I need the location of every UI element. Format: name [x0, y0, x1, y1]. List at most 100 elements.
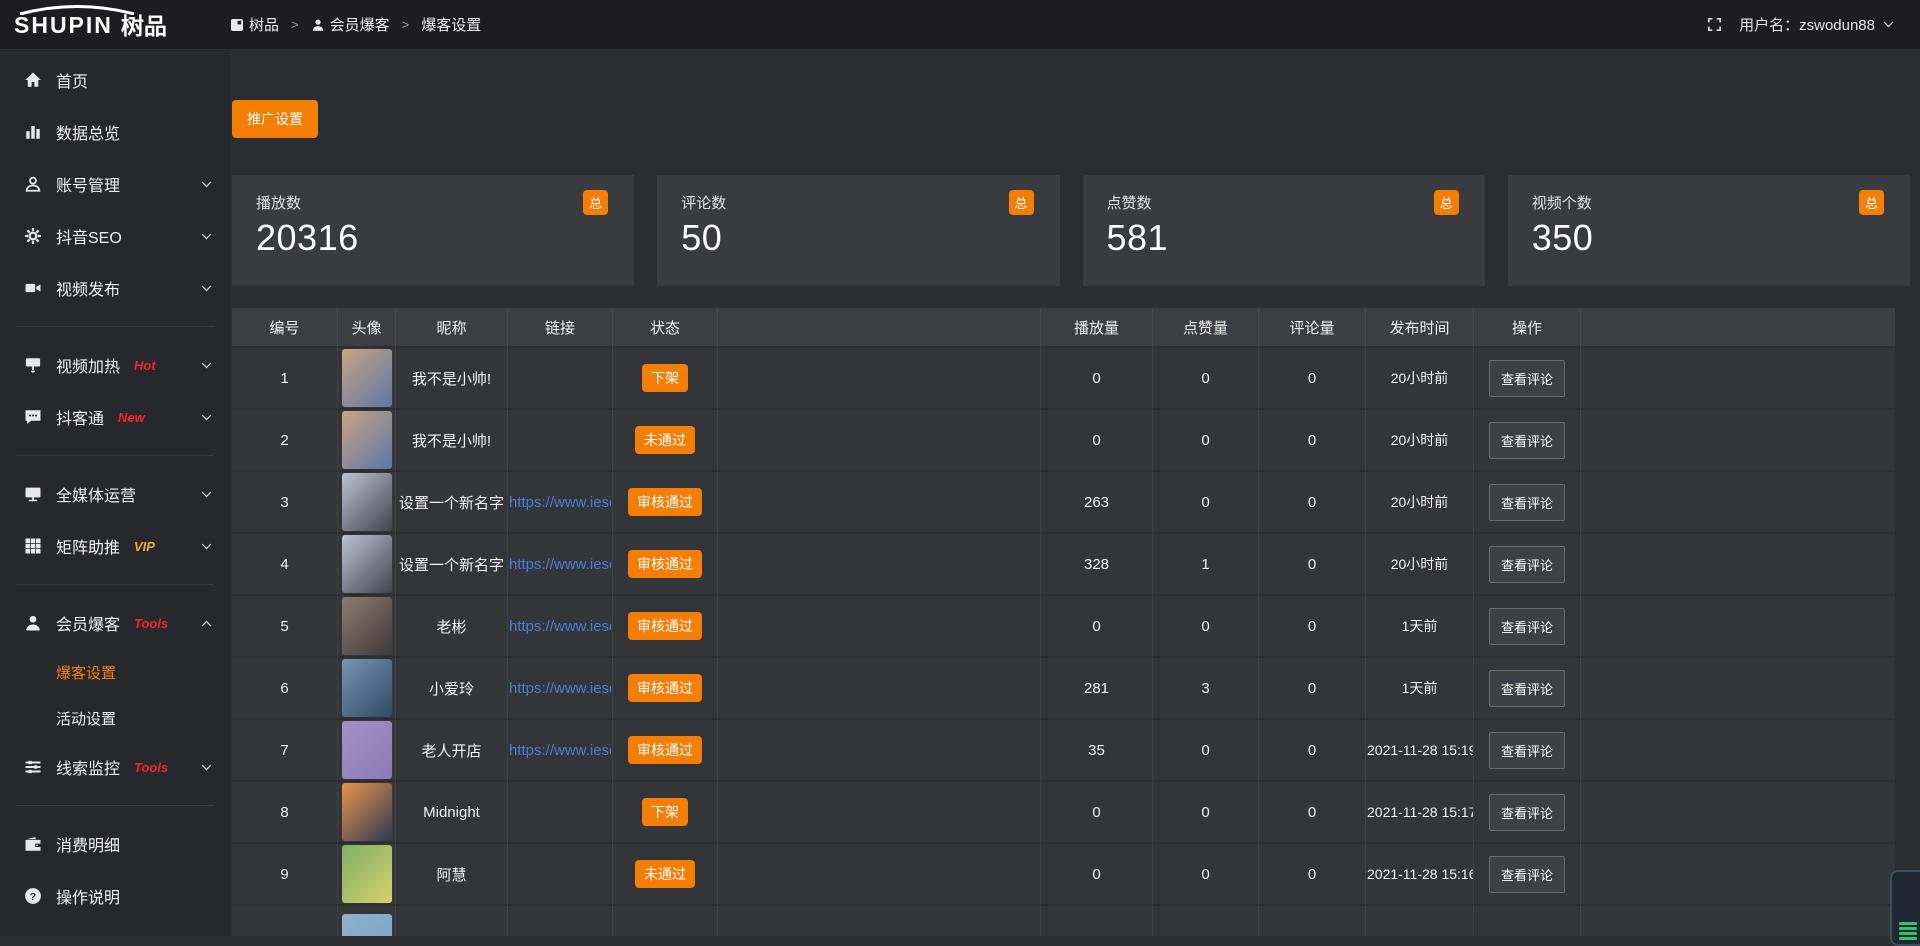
sidebar-item-video-heat[interactable]: 视频加热 Hot — [0, 339, 230, 391]
fullscreen-icon[interactable] — [1706, 16, 1723, 33]
chevron-down-icon — [202, 358, 212, 368]
row-number: 9 — [232, 844, 337, 906]
status-badge: 未通过 — [635, 860, 695, 888]
vip-tag: VIP — [134, 539, 155, 554]
link-cell: https://www.iesdouyin.c — [507, 534, 612, 596]
promo-settings-button[interactable]: 推广设置 — [232, 100, 318, 138]
view-comments-button[interactable]: 查看评论 — [1489, 732, 1565, 769]
sidebar-item-doketong[interactable]: 抖客通 New — [0, 391, 230, 443]
plays: 328 — [1040, 534, 1152, 596]
sidebar-item-label: 线索监控 — [56, 755, 120, 779]
header-nickname: 昵称 — [395, 308, 507, 348]
status-badge: 审核通过 — [628, 488, 702, 516]
breadcrumb-item-home[interactable]: 树品 — [230, 14, 279, 35]
stat-label: 视频个数 — [1532, 192, 1886, 213]
breadcrumb-item-current[interactable]: 爆客设置 — [421, 14, 481, 35]
view-comments-button[interactable]: 查看评论 — [1489, 360, 1565, 397]
breadcrumb-label: 树品 — [249, 14, 279, 35]
status-cell: 未通过 — [612, 410, 717, 472]
video-link[interactable]: https://www.iesdouyin.c — [509, 742, 611, 759]
publish-time — [1365, 906, 1473, 936]
gear-icon — [24, 227, 42, 245]
stat-label: 点赞数 — [1107, 192, 1461, 213]
video-link[interactable]: https://www.iesdouyin.c — [509, 680, 611, 697]
avatar-cell — [337, 720, 395, 782]
stat-label: 播放数 — [256, 192, 610, 213]
sidebar-item-matrix-boost[interactable]: 矩阵助推 VIP — [0, 520, 230, 572]
total-badge: 总 — [1434, 190, 1459, 215]
sidebar-subitem-baoke-settings[interactable]: 爆客设置 — [0, 649, 230, 695]
sidebar-item-member-baoke[interactable]: 会员爆客 Tools — [0, 597, 230, 649]
username-dropdown[interactable]: 用户名：zswodun88 — [1739, 14, 1894, 35]
sidebar-subitem-label: 爆客设置 — [56, 662, 116, 683]
sidebar-item-account[interactable]: 账号管理 — [0, 158, 230, 210]
sidebar-item-video-publish[interactable]: 视频发布 — [0, 262, 230, 314]
sidebar-item-home[interactable]: 首页 — [0, 54, 230, 106]
avatar-cell — [337, 472, 395, 534]
filler-cell — [1580, 720, 1895, 782]
member-icon — [24, 614, 42, 632]
sidebar-item-instructions[interactable]: ? 操作说明 — [0, 870, 230, 922]
link-cell — [507, 906, 612, 936]
svg-text:?: ? — [30, 891, 36, 903]
table-row: 6 小爱玲 https://www.iesdouyin.c 审核通过 281 3… — [232, 658, 1895, 720]
view-comments-button[interactable]: 查看评论 — [1489, 608, 1565, 645]
likes: 0 — [1152, 596, 1258, 658]
view-comments-button[interactable]: 查看评论 — [1489, 484, 1565, 521]
comments: 0 — [1258, 658, 1365, 720]
breadcrumb-separator: > — [291, 17, 299, 32]
comments: 0 — [1258, 348, 1365, 410]
dashboard-icon — [230, 18, 244, 32]
link-cell — [507, 348, 612, 410]
username-label: 用户名：zswodun88 — [1739, 14, 1875, 35]
filler-cell — [717, 906, 1040, 936]
table-row: 7 老人开店 https://www.iesdouyin.c 审核通过 35 0… — [232, 720, 1895, 782]
view-comments-button[interactable]: 查看评论 — [1489, 794, 1565, 831]
view-comments-button[interactable]: 查看评论 — [1489, 546, 1565, 583]
link-cell: https://www.iesdouyin.c — [507, 472, 612, 534]
table-row: 4 设置一个新名字 https://www.iesdouyin.c 审核通过 3… — [232, 534, 1895, 596]
status-cell: 下架 — [612, 782, 717, 844]
view-comments-button[interactable]: 查看评论 — [1489, 670, 1565, 707]
filler-cell — [717, 844, 1040, 906]
sidebar-item-douyin-seo[interactable]: 抖音SEO — [0, 210, 230, 262]
video-link[interactable]: https://www.iesdouyin.c — [509, 618, 611, 635]
likes — [1152, 906, 1258, 936]
status-cell: 审核通过 — [612, 596, 717, 658]
view-comments-button[interactable]: 查看评论 — [1489, 856, 1565, 893]
header-number: 编号 — [232, 308, 337, 348]
comments: 0 — [1258, 720, 1365, 782]
breadcrumb-item-member[interactable]: 会员爆客 — [311, 14, 390, 35]
nickname: 我不是小帅! — [395, 348, 507, 410]
plays: 0 — [1040, 596, 1152, 658]
sidebar-item-label: 全媒体运营 — [56, 482, 136, 506]
stats-row: 播放数 20316 总 评论数 50 总 点赞数 581 总 视频个数 350 … — [232, 175, 1910, 286]
sidebar-item-consumption-detail[interactable]: 消费明细 — [0, 818, 230, 870]
status-cell — [612, 906, 717, 936]
home-icon — [24, 71, 42, 89]
nickname: 阿慧 — [395, 844, 507, 906]
stat-card-comments: 评论数 50 总 — [657, 175, 1059, 286]
view-comments-button[interactable]: 查看评论 — [1489, 422, 1565, 459]
sidebar-item-omni-media[interactable]: 全媒体运营 — [0, 468, 230, 520]
table-header-row: 编号 头像 昵称 链接 状态 播放量 点赞量 评论量 发布时间 操作 — [232, 308, 1895, 348]
sidebar-item-data-overview[interactable]: 数据总览 — [0, 106, 230, 158]
row-number: 7 — [232, 720, 337, 782]
battery-bar — [1899, 927, 1917, 930]
sidebar-item-clue-monitor[interactable]: 线索监控 Tools — [0, 741, 230, 793]
phone-battery-widget[interactable] — [1890, 870, 1920, 946]
avatar-cell — [337, 596, 395, 658]
table-row: 3 设置一个新名字 https://www.iesdouyin.c 审核通过 2… — [232, 472, 1895, 534]
table-row: 2 我不是小帅! 未通过 0 0 0 20小时前 查看评论 — [232, 410, 1895, 472]
action-cell: 查看评论 — [1473, 782, 1580, 844]
sidebar-subitem-activity-settings[interactable]: 活动设置 — [0, 695, 230, 741]
video-link[interactable]: https://www.iesdouyin.c — [509, 556, 611, 573]
avatar — [342, 411, 392, 469]
stat-card-plays: 播放数 20316 总 — [232, 175, 634, 286]
video-link[interactable]: https://www.iesdouyin.c — [509, 494, 611, 511]
tools-tag: Tools — [134, 760, 168, 775]
filler-cell — [717, 720, 1040, 782]
sliders-icon — [24, 758, 42, 776]
action-cell: 查看评论 — [1473, 348, 1580, 410]
sidebar-subitem-label: 活动设置 — [56, 708, 116, 729]
